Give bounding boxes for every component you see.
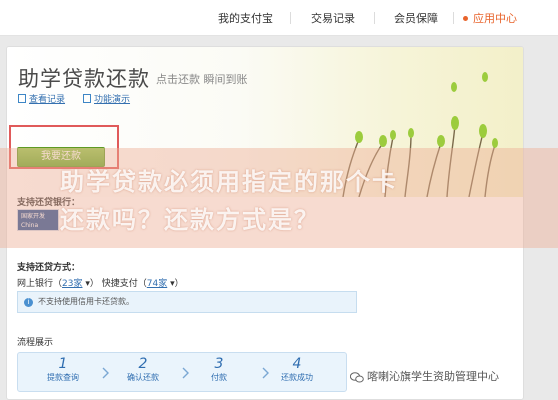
active-dot-icon — [463, 15, 468, 21]
play-icon — [83, 94, 91, 103]
nav-divider — [453, 12, 454, 24]
top-navigation: 我的支付宝 交易记录 会员保障 应用中心 — [0, 0, 558, 36]
wechat-watermark: 喀喇沁旗学生资助管理中心 — [350, 368, 499, 384]
credit-card-notice: i 不支持使用信用卡还贷款。 — [17, 291, 357, 313]
online-bank-count-link[interactable]: 23家 — [62, 279, 82, 289]
step-label: 付款 — [211, 373, 227, 382]
step-4: 4 还款成功 — [258, 356, 336, 384]
overlay-line-1: 助学贷款必须用指定的那个卡 — [60, 168, 398, 196]
step-3: 3 付款 — [180, 356, 258, 384]
page-title: 助学贷款还款 — [18, 67, 150, 91]
process-steps: 1 提款查询 2 确认还款 3 付款 4 还款成功 — [17, 352, 347, 392]
express-pay-count-link[interactable]: 74家 — [147, 279, 167, 289]
wechat-icon — [350, 371, 364, 382]
page-subtitle: 点击还款 瞬间到账 — [156, 73, 248, 86]
nav-app-center-label: 应用中心 — [473, 12, 517, 25]
step-2: 2 确认还款 — [104, 356, 182, 384]
nav-divider — [374, 12, 375, 24]
step-label: 提款查询 — [47, 373, 79, 382]
nav-app-center[interactable]: 应用中心 — [463, 10, 517, 26]
info-icon: i — [24, 298, 33, 307]
feature-demo-label: 功能演示 — [94, 95, 131, 105]
nav-member-protection[interactable]: 会员保障 — [394, 10, 438, 26]
step-label: 还款成功 — [281, 373, 313, 382]
notice-text: 不支持使用信用卡还贷款。 — [38, 297, 134, 306]
step-number: 1 — [58, 356, 68, 372]
step-number: 4 — [292, 356, 302, 372]
view-records-link[interactable]: 查看记录 — [18, 92, 65, 105]
process-label: 流程展示 — [17, 338, 54, 348]
nav-divider — [290, 12, 291, 24]
step-number: 3 — [214, 356, 224, 372]
nav-transactions[interactable]: 交易记录 — [311, 10, 355, 26]
express-pay-label: 快捷支付 — [101, 279, 138, 289]
document-icon — [18, 94, 26, 103]
view-records-label: 查看记录 — [29, 95, 66, 105]
online-bank-label: 网上银行 — [17, 279, 54, 289]
wechat-account-name: 喀喇沁旗学生资助管理中心 — [367, 370, 499, 383]
methods-row: 网上银行（23家 ▾） 快捷支付（74家 ▾） — [17, 279, 184, 289]
step-number: 2 — [138, 356, 148, 372]
feature-demo-link[interactable]: 功能演示 — [83, 92, 130, 105]
step-1: 1 提款查询 — [24, 356, 102, 384]
nav-my-alipay[interactable]: 我的支付宝 — [218, 10, 273, 26]
methods-label: 支持还贷方式： — [17, 263, 81, 273]
caption-overlay: 助学贷款必须用指定的那个卡 还款吗？还款方式是？ — [0, 148, 558, 248]
overlay-line-2: 还款吗？还款方式是？ — [60, 206, 320, 234]
step-label: 确认还款 — [127, 373, 159, 382]
